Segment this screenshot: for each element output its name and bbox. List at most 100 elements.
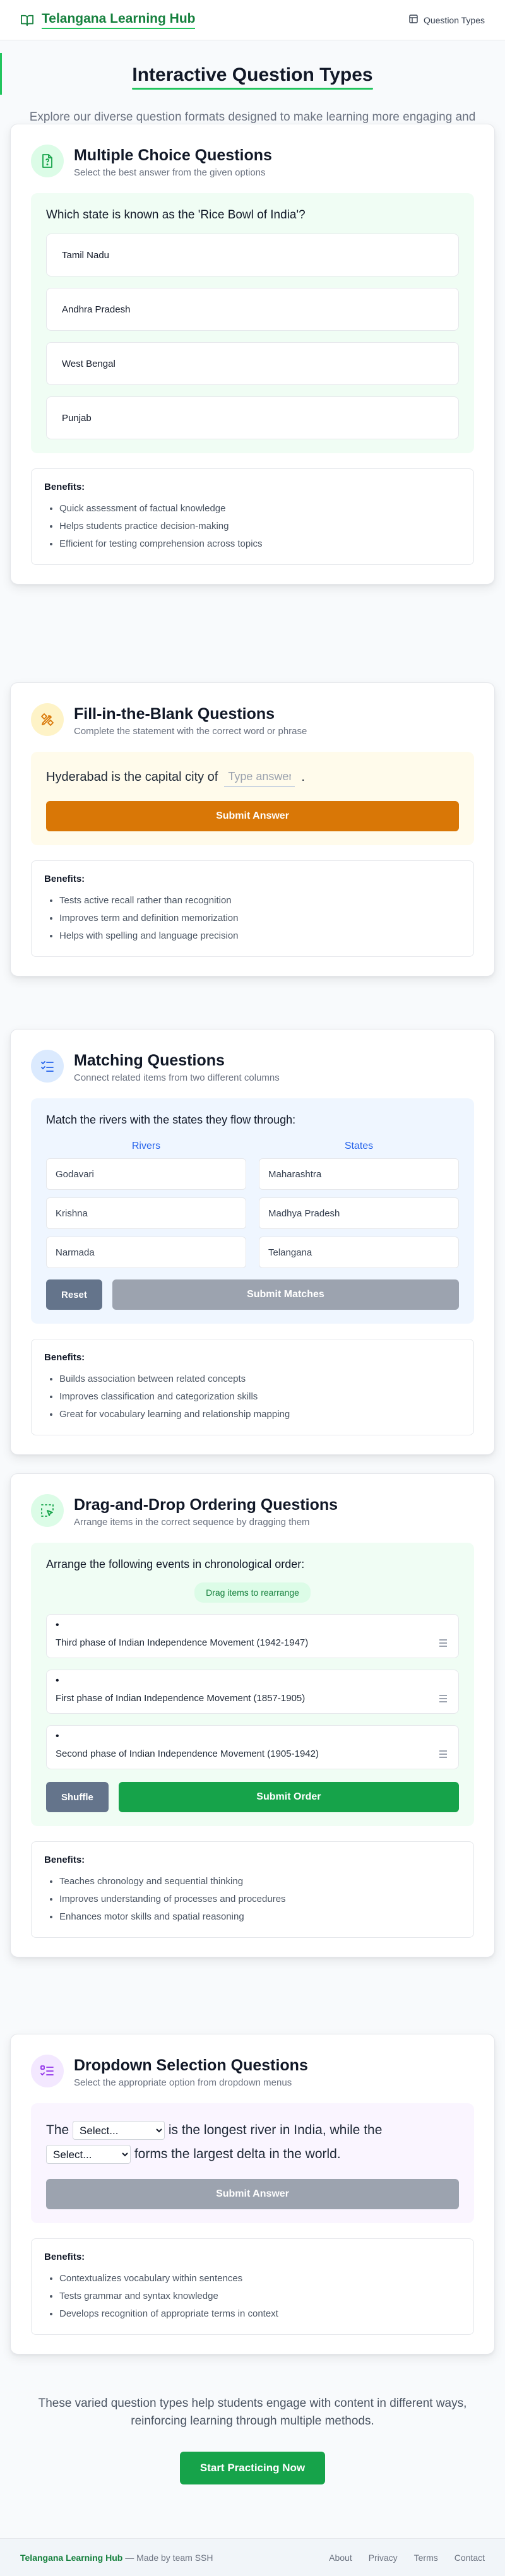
list-checks-icon [40, 2065, 54, 2075]
matching-title: Matching Questions [74, 1052, 225, 1069]
document-question-icon [42, 154, 52, 168]
dragdrop-demo: Arrange the following events in chronolo… [31, 1543, 474, 1826]
fib-desc: Complete the statement with the correct … [74, 726, 307, 737]
mcq-option[interactable]: Tamil Nadu [46, 234, 459, 276]
submit-matches-button[interactable]: Submit Matches [112, 1279, 459, 1310]
drag-item-text: Second phase of Indian Independence Move… [56, 1748, 319, 1759]
state-item[interactable]: Telangana [259, 1237, 459, 1268]
fib-benefits: Benefits: Tests active recall rather tha… [31, 860, 474, 957]
closing-text: These varied question types help student… [38, 2397, 467, 2428]
list-icon [408, 14, 419, 26]
mcq-option[interactable]: West Bengal [46, 342, 459, 385]
benefit-item: Enhances motor skills and spatial reason… [59, 1908, 458, 1926]
drag-item-text: First phase of Indian Independence Movem… [56, 1693, 306, 1704]
drag-hint-badge: Drag items to rearrange [194, 1582, 311, 1603]
benefit-item: Teaches chronology and sequential thinki… [59, 1873, 458, 1890]
benefits-title: Benefits: [44, 2252, 85, 2262]
drag-handle-icon[interactable] [439, 1695, 447, 1704]
footer-link-contact[interactable]: Contact [454, 2553, 485, 2563]
dragdrop-benefits: Benefits: Teaches chronology and sequent… [31, 1841, 474, 1938]
benefit-item: Contextualizes vocabulary within sentenc… [59, 2270, 458, 2288]
river-select[interactable]: Select... [73, 2121, 165, 2140]
dragdrop-card: Drag-and-Drop Ordering Questions Arrange… [10, 1473, 495, 1957]
river-item[interactable]: Krishna [46, 1197, 246, 1229]
sentence-part: The [46, 2123, 69, 2137]
benefit-item: Quick assessment of factual knowledge [59, 500, 458, 518]
mcq-desc: Select the best answer from the given op… [74, 167, 266, 178]
benefit-item: Improves understanding of processes and … [59, 1890, 458, 1908]
shuffle-button[interactable]: Shuffle [46, 1782, 109, 1812]
dropdown-demo: The Select... is the longest river in In… [31, 2103, 474, 2223]
bullet-dot: • [56, 1620, 59, 1630]
benefits-title: Benefits: [44, 874, 85, 884]
footer-link-privacy[interactable]: Privacy [369, 2553, 398, 2563]
footer-link-about[interactable]: About [329, 2553, 352, 2563]
drag-select-icon [41, 1504, 54, 1517]
start-practicing-button[interactable]: Start Practicing Now [179, 2452, 326, 2484]
sentence-part: forms the largest delta in the world. [134, 2147, 341, 2161]
mcq-option[interactable]: Punjab [46, 396, 459, 439]
mcq-title: Multiple Choice Questions [74, 146, 272, 164]
benefit-item: Develops recognition of appropriate term… [59, 2305, 458, 2323]
drag-item[interactable]: • Second phase of Indian Independence Mo… [46, 1725, 459, 1769]
benefit-item: Helps students practice decision-making [59, 518, 458, 535]
dropdown-title: Dropdown Selection Questions [74, 2057, 308, 2074]
book-open-icon [20, 13, 34, 27]
drag-item[interactable]: • Third phase of Indian Independence Mov… [46, 1614, 459, 1658]
mcq-card: Multiple Choice Questions Select the bes… [10, 124, 495, 585]
sentence-part: is the longest river in India, while the [168, 2123, 383, 2137]
matching-demo: Match the rivers with the states they fl… [31, 1098, 474, 1324]
fib-title: Fill-in-the-Blank Questions [74, 705, 275, 723]
drag-handle-icon[interactable] [439, 1639, 447, 1649]
fib-demo: Hyderabad is the capital city of . Submi… [31, 752, 474, 845]
benefits-title: Benefits: [44, 1855, 85, 1865]
benefit-item: Helps with spelling and language precisi… [59, 927, 458, 945]
state-item[interactable]: Madhya Pradesh [259, 1197, 459, 1229]
mcq-option[interactable]: Andhra Pradesh [46, 288, 459, 331]
nav-question-types[interactable]: Question Types [408, 14, 485, 26]
hero-accent-bar [0, 53, 2, 95]
submit-answer-button[interactable]: Submit Answer [46, 801, 459, 831]
benefits-title: Benefits: [44, 1352, 85, 1363]
matching-type-icon [31, 1050, 64, 1083]
drag-item[interactable]: • First phase of Indian Independence Mov… [46, 1670, 459, 1714]
rivers-header: Rivers [131, 1141, 161, 1151]
dragdrop-type-icon [31, 1494, 64, 1527]
drag-handle-icon[interactable] [439, 1750, 447, 1760]
dropdown-type-icon [31, 2055, 64, 2087]
rivers-column: Rivers Godavari Krishna Narmada [46, 1141, 246, 1276]
checklist-icon [41, 1061, 54, 1072]
fib-card: Fill-in-the-Blank Questions Complete the… [10, 682, 495, 976]
dropdown-sentence: The Select... is the longest river in In… [46, 2118, 459, 2166]
river-item[interactable]: Narmada [46, 1237, 246, 1268]
dragdrop-prompt: Arrange the following events in chronolo… [46, 1558, 305, 1570]
brand[interactable]: Telangana Learning Hub [20, 11, 196, 29]
state-item[interactable]: Maharashtra [259, 1158, 459, 1190]
river-item[interactable]: Godavari [46, 1158, 246, 1190]
mcq-benefits: Benefits: Quick assessment of factual kn… [31, 468, 474, 565]
mcq-type-icon [31, 145, 64, 177]
mcq-demo: Which state is known as the 'Rice Bowl o… [31, 193, 474, 453]
dropdown-desc: Select the appropriate option from dropd… [74, 2077, 292, 2088]
dropdown-benefits: Benefits: Contextualizes vocabulary with… [31, 2238, 474, 2335]
fib-suffix: . [301, 769, 305, 784]
submit-answer-button[interactable]: Submit Answer [46, 2179, 459, 2209]
delta-select[interactable]: Select... [46, 2145, 131, 2164]
benefit-item: Improves classification and categorizati… [59, 1388, 458, 1406]
footer-link-terms[interactable]: Terms [414, 2553, 438, 2563]
benefit-item: Great for vocabulary learning and relati… [59, 1406, 458, 1423]
footer-brand[interactable]: Telangana Learning Hub [20, 2553, 122, 2563]
closing-section: These varied question types help student… [0, 2395, 505, 2484]
footer-credit: Telangana Learning Hub — Made by team SS… [20, 2553, 213, 2563]
reset-button[interactable]: Reset [46, 1279, 102, 1310]
brand-title: Telangana Learning Hub [42, 11, 196, 29]
dragdrop-desc: Arrange items in the correct sequence by… [74, 1517, 310, 1528]
matching-card: Matching Questions Connect related items… [10, 1029, 495, 1455]
states-column: States Maharashtra Madhya Pradesh Telang… [259, 1141, 459, 1276]
footer-made-by: — Made by team SSH [122, 2552, 213, 2563]
submit-order-button[interactable]: Submit Order [118, 1782, 459, 1812]
benefit-item: Builds association between related conce… [59, 1370, 458, 1388]
bullet-dot: • [56, 1675, 59, 1686]
answer-input[interactable] [224, 767, 295, 787]
bullet-dot: • [56, 1731, 59, 1742]
